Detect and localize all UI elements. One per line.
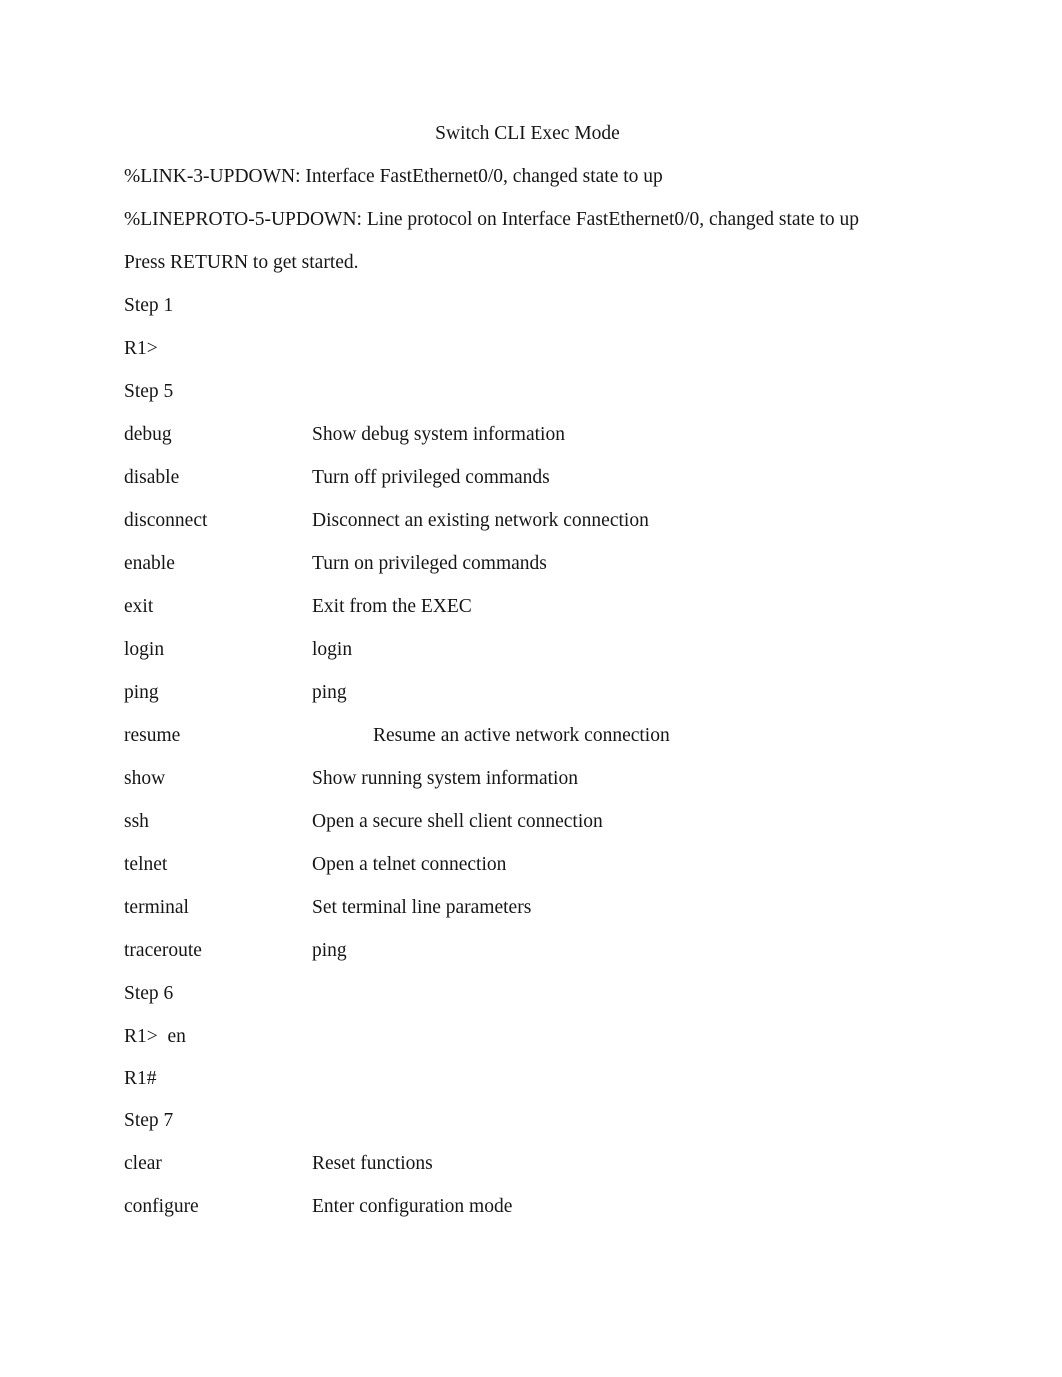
command-description: Enter configuration mode xyxy=(312,1196,513,1217)
command-description: Turn on privileged commands xyxy=(312,553,547,574)
command-description: Reset functions xyxy=(312,1153,433,1174)
command-name: login xyxy=(124,639,165,660)
command-row: exit Exit from the EXEC xyxy=(124,585,931,628)
page-title: Switch CLI Exec Mode xyxy=(435,123,620,144)
command-row: resume Resume an active network connectio… xyxy=(124,714,931,757)
command-description: Show debug system information xyxy=(312,424,565,445)
command-name: resume xyxy=(124,725,181,746)
command-description: ping xyxy=(312,682,347,703)
command-row: enable Turn on privileged commands xyxy=(124,542,931,585)
command-row: disable Turn off privileged commands xyxy=(124,456,931,499)
command-name: show xyxy=(124,768,166,789)
command-row: traceroute ping xyxy=(124,929,931,972)
command-description: Open a secure shell client connection xyxy=(312,811,603,832)
command-row: debug Show debug system information xyxy=(124,413,931,456)
prompt-r1-privileged-exec: R1# xyxy=(124,1068,157,1089)
section-heading-step-1: Step 1 xyxy=(124,295,174,316)
command-description: Exit from the EXEC xyxy=(312,596,472,617)
section-heading-step-6: Step 6 xyxy=(124,983,174,1004)
command-description: ping xyxy=(312,940,347,961)
command-name: enable xyxy=(124,553,175,574)
log-line-link-updown: %LINK-3-UPDOWN: Interface FastEthernet0/… xyxy=(124,166,663,187)
command-name: traceroute xyxy=(124,940,202,961)
command-name: ssh xyxy=(124,811,149,832)
command-row: login login xyxy=(124,628,931,671)
command-row: terminal Set terminal line parameters xyxy=(124,886,931,929)
command-description: Set terminal line parameters xyxy=(312,897,532,918)
section-heading-step-5: Step 5 xyxy=(124,381,174,402)
command-row: clear Reset functions xyxy=(124,1142,931,1185)
log-line-press-return: Press RETURN to get started. xyxy=(124,252,359,273)
command-name: configure xyxy=(124,1196,199,1217)
prompt-r1-user-exec: R1> xyxy=(124,338,158,359)
command-name: disable xyxy=(124,467,180,488)
command-row: configure Enter configuration mode xyxy=(124,1185,931,1228)
command-description: Show running system information xyxy=(312,768,578,789)
command-name: debug xyxy=(124,424,172,445)
section-heading-step-7: Step 7 xyxy=(124,1110,174,1131)
command-name: clear xyxy=(124,1153,162,1174)
command-description: Open a telnet connection xyxy=(312,854,507,875)
prompt-r1-enable-command: R1> en xyxy=(124,1026,186,1047)
document-page: Switch CLI Exec Mode %LINK-3-UPDOWN: Int… xyxy=(0,0,1062,1377)
command-name: telnet xyxy=(124,854,168,875)
document-text-block: Switch CLI Exec Mode %LINK-3-UPDOWN: Int… xyxy=(124,112,931,1228)
command-description: Turn off privileged commands xyxy=(312,467,550,488)
command-name: ping xyxy=(124,682,159,703)
command-row: ping ping xyxy=(124,671,931,714)
command-row: telnet Open a telnet connection xyxy=(124,843,931,886)
command-name: disconnect xyxy=(124,510,208,531)
step5-command-list: debug Show debug system information disabl… xyxy=(124,413,931,972)
command-row: show Show running system information xyxy=(124,757,931,800)
command-description: Resume an active network connection xyxy=(373,725,670,746)
command-name: terminal xyxy=(124,897,189,918)
command-description: login xyxy=(312,639,353,660)
step7-command-list: clear Reset functions configure Enter confi… xyxy=(124,1142,931,1228)
command-description: Disconnect an existing network connectio… xyxy=(312,510,649,531)
command-name: exit xyxy=(124,596,154,617)
log-line-lineproto-updown: %LINEPROTO-5-UPDOWN: Line protocol on In… xyxy=(124,209,860,230)
command-row: disconnect Disconnect an existing network… xyxy=(124,499,931,542)
command-row: ssh Open a secure shell client connection xyxy=(124,800,931,843)
